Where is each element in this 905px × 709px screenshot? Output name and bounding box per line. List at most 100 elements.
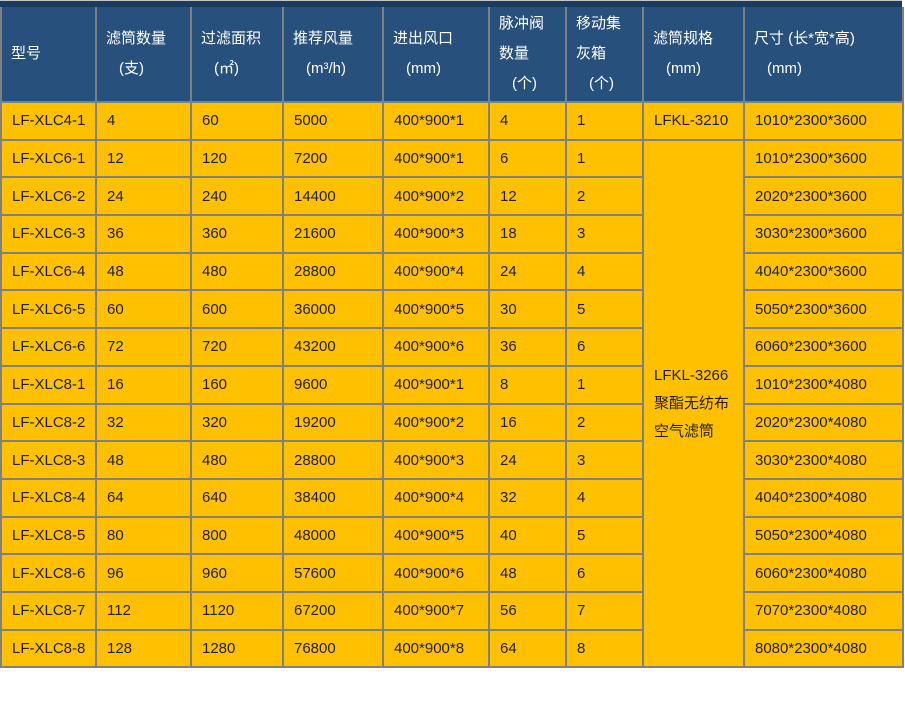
cell-dimensions: 4040*2300*4080 [744, 479, 903, 517]
col-header-filter-area: 过滤面积(㎡) [191, 7, 283, 102]
cell-cartridge-count: 96 [96, 554, 191, 592]
header-row: 型号滤筒数量(支)过滤面积(㎡)推荐风量(m³/h)进出风口(mm)脉冲阀数量(… [1, 7, 903, 102]
cell-air-volume: 28800 [283, 441, 383, 479]
cell-dust-boxes: 4 [566, 253, 643, 291]
cell-inlet-outlet: 400*900*1 [383, 140, 489, 178]
cell-dust-boxes: 7 [566, 592, 643, 630]
header-line: 型号 [11, 39, 93, 69]
cell-filter-area: 120 [191, 140, 283, 178]
cell-inlet-outlet: 400*900*5 [383, 517, 489, 555]
cell-pulse-valves: 12 [489, 177, 566, 215]
cell-air-volume: 76800 [283, 630, 383, 668]
cell-dimensions: 4040*2300*3600 [744, 253, 903, 291]
cell-inlet-outlet: 400*900*3 [383, 441, 489, 479]
header-line: 滤筒数量 [106, 24, 188, 54]
table-row-LF-XLC6-2: LF-XLC6-22424014400400*900*21222020*2300… [1, 177, 903, 215]
cell-inlet-outlet: 400*900*1 [383, 366, 489, 404]
cell-cartridge-count: 60 [96, 290, 191, 328]
cell-air-volume: 28800 [283, 253, 383, 291]
merged-spec-line: 空气滤筒 [654, 418, 741, 446]
header-line: (m³/h) [293, 54, 380, 84]
merged-spec-line: 聚酯无纺布 [654, 390, 741, 418]
cell-dust-boxes: 6 [566, 554, 643, 592]
cell-pulse-valves: 32 [489, 479, 566, 517]
col-header-dimensions: 尺寸 (长*宽*高)(mm) [744, 7, 903, 102]
cell-cartridge-count: 48 [96, 441, 191, 479]
cell-filter-area: 480 [191, 253, 283, 291]
cell-filter-area: 600 [191, 290, 283, 328]
cell-dimensions: 3030*2300*4080 [744, 441, 903, 479]
header-line: (㎡) [201, 54, 280, 84]
cell-pulse-valves: 48 [489, 554, 566, 592]
cell-pulse-valves: 36 [489, 328, 566, 366]
cell-dimensions: 8080*2300*4080 [744, 630, 903, 668]
cell-dust-boxes: 5 [566, 290, 643, 328]
cell-dimensions: 3030*2300*3600 [744, 215, 903, 253]
cell-inlet-outlet: 400*900*4 [383, 253, 489, 291]
cell-model: LF-XLC8-7 [1, 592, 96, 630]
col-header-air-volume: 推荐风量(m³/h) [283, 7, 383, 102]
cell-dust-boxes: 2 [566, 177, 643, 215]
product-spec-page: 型号滤筒数量(支)过滤面积(㎡)推荐风量(m³/h)进出风口(mm)脉冲阀数量(… [0, 0, 905, 709]
cell-air-volume: 7200 [283, 140, 383, 178]
cell-inlet-outlet: 400*900*2 [383, 177, 489, 215]
cell-model: LF-XLC6-5 [1, 290, 96, 328]
cell-pulse-valves: 24 [489, 253, 566, 291]
cell-cartridge-count: 112 [96, 592, 191, 630]
cell-dust-boxes: 2 [566, 404, 643, 442]
table-row-LF-XLC8-6: LF-XLC8-69696057600400*900*64866060*2300… [1, 554, 903, 592]
cell-filter-area: 1280 [191, 630, 283, 668]
header-line: (个) [499, 69, 563, 99]
cell-air-volume: 67200 [283, 592, 383, 630]
cell-filter-area: 240 [191, 177, 283, 215]
cell-cartridge-count: 128 [96, 630, 191, 668]
cell-dust-boxes: 3 [566, 215, 643, 253]
cell-pulse-valves: 40 [489, 517, 566, 555]
table-row-LF-XLC6-6: LF-XLC6-67272043200400*900*63666060*2300… [1, 328, 903, 366]
cell-model: LF-XLC8-4 [1, 479, 96, 517]
cell-inlet-outlet: 400*900*3 [383, 215, 489, 253]
cell-model: LF-XLC4-1 [1, 102, 96, 140]
cell-pulse-valves: 18 [489, 215, 566, 253]
header-line: 推荐风量 [293, 24, 380, 54]
cell-cartridge-count: 24 [96, 177, 191, 215]
cell-dimensions: 6060*2300*4080 [744, 554, 903, 592]
cell-model: LF-XLC6-6 [1, 328, 96, 366]
cell-dust-boxes: 3 [566, 441, 643, 479]
cell-model: LF-XLC6-3 [1, 215, 96, 253]
table-row-LF-XLC8-7: LF-XLC8-7112112067200400*900*75677070*23… [1, 592, 903, 630]
table-row-LF-XLC8-1: LF-XLC8-1161609600400*900*1811010*2300*4… [1, 366, 903, 404]
cell-pulse-valves: 4 [489, 102, 566, 140]
header-line: 数量 [499, 39, 563, 69]
cell-model: LF-XLC8-1 [1, 366, 96, 404]
cell-dimensions: 1010*2300*3600 [744, 140, 903, 178]
cell-cartridge-count: 12 [96, 140, 191, 178]
merged-spec-line: LFKL-3266 [654, 362, 741, 390]
table-row-LF-XLC8-2: LF-XLC8-23232019200400*900*21622020*2300… [1, 404, 903, 442]
header-line: (mm) [754, 54, 900, 84]
table-row-LF-XLC8-5: LF-XLC8-58080048000400*900*54055050*2300… [1, 517, 903, 555]
cell-filter-area: 480 [191, 441, 283, 479]
col-header-cartridge-spec: 滤筒规格(mm) [643, 7, 744, 102]
cell-pulse-valves: 56 [489, 592, 566, 630]
cell-pulse-valves: 16 [489, 404, 566, 442]
cell-pulse-valves: 8 [489, 366, 566, 404]
cell-dust-boxes: 6 [566, 328, 643, 366]
cell-air-volume: 21600 [283, 215, 383, 253]
cell-cartridge-count: 72 [96, 328, 191, 366]
table-row-LF-XLC6-1: LF-XLC6-1121207200400*900*161LFKL-3266聚酯… [1, 140, 903, 178]
cell-inlet-outlet: 400*900*8 [383, 630, 489, 668]
cell-dimensions: 5050*2300*4080 [744, 517, 903, 555]
header-line: (个) [576, 69, 640, 99]
cell-air-volume: 19200 [283, 404, 383, 442]
cell-filter-area: 320 [191, 404, 283, 442]
cell-inlet-outlet: 400*900*6 [383, 328, 489, 366]
cell-air-volume: 38400 [283, 479, 383, 517]
table-row-LF-XLC8-8: LF-XLC8-8128128076800400*900*86488080*23… [1, 630, 903, 668]
cell-pulse-valves: 6 [489, 140, 566, 178]
cell-cartridge-count: 4 [96, 102, 191, 140]
header-line: 灰箱 [576, 39, 640, 69]
cell-inlet-outlet: 400*900*6 [383, 554, 489, 592]
cell-air-volume: 48000 [283, 517, 383, 555]
spec-table: 型号滤筒数量(支)过滤面积(㎡)推荐风量(m³/h)进出风口(mm)脉冲阀数量(… [0, 7, 904, 668]
